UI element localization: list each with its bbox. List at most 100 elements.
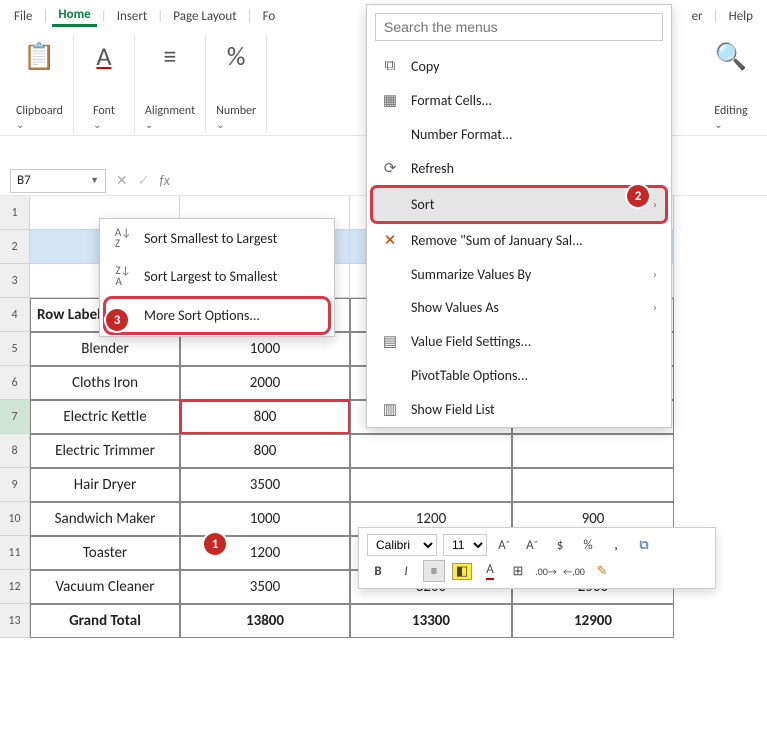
tab-formulas-truncated[interactable]: Fo <box>257 7 282 26</box>
row-header[interactable]: 7 <box>0 400 30 434</box>
row-header[interactable]: 5 <box>0 332 30 366</box>
font-color-icon[interactable]: A <box>479 560 501 582</box>
name-box[interactable]: B7 ▼ <box>10 169 106 193</box>
row-header[interactable]: 6 <box>0 366 30 400</box>
group-alignment[interactable]: ≡ Alignment ⌄ <box>135 34 206 133</box>
tab-help[interactable]: Help <box>723 7 759 26</box>
table-cell[interactable]: 3500 <box>180 468 350 502</box>
menu-show-values-as[interactable]: Show Values As › <box>367 291 671 324</box>
group-editing[interactable]: 🔍 Editing ⌄ <box>701 34 761 133</box>
menu-copy[interactable]: ⧉ Copy <box>367 49 671 83</box>
group-editing-label: Editing <box>714 104 747 118</box>
annotation-badge-1: 1 <box>204 533 226 555</box>
row-header[interactable]: 10 <box>0 502 30 536</box>
italic-icon[interactable]: I <box>395 560 417 582</box>
group-clipboard-label: Clipboard <box>16 104 63 118</box>
borders-menu-icon[interactable]: ⊞ <box>507 560 529 582</box>
grand-total-cell[interactable]: 13300 <box>350 604 512 638</box>
table-row[interactable]: Blender <box>30 332 180 366</box>
row-header[interactable]: 2 <box>0 230 30 264</box>
mini-font-select[interactable]: Calibri <box>367 534 437 556</box>
sort-desc-icon: Z↓A <box>114 265 132 287</box>
row-header[interactable]: 4 <box>0 298 30 332</box>
field-list-icon: ▥ <box>381 400 399 419</box>
table-cell[interactable]: 800 <box>180 434 350 468</box>
increase-decimal-icon[interactable]: ←.00 <box>563 560 585 582</box>
alignment-icon: ≡ <box>150 36 190 76</box>
menu-sort-smallest[interactable]: A↓Z Sort Smallest to Largest <box>100 219 334 257</box>
row-header[interactable]: 12 <box>0 570 30 604</box>
menu-sort-largest[interactable]: Z↓A Sort Largest to Smallest <box>100 257 334 295</box>
group-number-label: Number <box>216 104 256 118</box>
menu-summarize-values[interactable]: Summarize Values By › <box>367 258 671 291</box>
menu-refresh[interactable]: ⟳ Refresh <box>367 151 671 186</box>
tab-partial-right[interactable]: er <box>686 7 709 26</box>
menu-more-sort-options[interactable]: More Sort Options... <box>106 299 328 332</box>
group-clipboard[interactable]: 📋 Clipboard ⌄ <box>6 34 74 133</box>
chevron-down-icon: ⌄ <box>216 118 256 131</box>
increase-font-icon[interactable]: Aˆ <box>493 534 515 556</box>
row-header[interactable]: 8 <box>0 434 30 468</box>
borders-icon[interactable]: ⧉ <box>633 534 655 556</box>
annotation-badge-3: 3 <box>106 309 128 331</box>
chevron-right-icon: › <box>653 301 657 315</box>
table-cell[interactable] <box>512 434 674 468</box>
accept-formula-icon[interactable]: ✓ <box>138 172 150 189</box>
menu-search-input[interactable] <box>375 13 663 41</box>
comma-icon[interactable]: , <box>605 534 627 556</box>
menu-sort[interactable]: Sort › <box>373 188 665 221</box>
table-row[interactable]: Electric Trimmer <box>30 434 180 468</box>
menu-pivottable-options[interactable]: PivotTable Options... <box>367 359 671 392</box>
fx-label[interactable]: fx <box>159 172 169 189</box>
menu-show-field-list[interactable]: ▥ Show Field List <box>367 392 671 427</box>
table-cell[interactable] <box>350 468 512 502</box>
chevron-down-icon[interactable]: ▼ <box>90 175 99 186</box>
table-cell[interactable] <box>350 434 512 468</box>
table-cell[interactable]: 3500 <box>180 570 350 604</box>
tab-insert[interactable]: Insert <box>111 7 154 26</box>
menu-remove-field[interactable]: ✕ Remove "Sum of January Sal... <box>367 223 671 258</box>
table-cell[interactable]: 2000 <box>180 366 350 400</box>
table-row[interactable]: Vacuum Cleaner <box>30 570 180 604</box>
row-header[interactable]: 9 <box>0 468 30 502</box>
bold-icon[interactable]: B <box>367 560 389 582</box>
cancel-formula-icon[interactable]: ✕ <box>116 172 128 189</box>
copy-icon: ⧉ <box>381 57 399 75</box>
font-icon: A <box>84 36 124 76</box>
mini-size-select[interactable]: 11 <box>443 534 487 556</box>
tab-page-layout[interactable]: Page Layout <box>167 7 242 26</box>
decrease-font-icon[interactable]: Aˇ <box>521 534 543 556</box>
table-row[interactable]: Toaster <box>30 536 180 570</box>
row-header[interactable]: 3 <box>0 264 30 298</box>
table-row[interactable]: Electric Kettle <box>30 400 180 434</box>
group-font[interactable]: A Font ⌄ <box>74 34 135 133</box>
grand-total-cell[interactable]: 13800 <box>180 604 350 638</box>
chevron-down-icon: ⌄ <box>714 118 747 131</box>
table-cell[interactable]: 1000 <box>180 502 350 536</box>
row-header[interactable]: 1 <box>0 196 30 230</box>
format-painter-icon[interactable]: ✎ <box>591 560 613 582</box>
row-header[interactable]: 11 <box>0 536 30 570</box>
table-row[interactable]: Sandwich Maker <box>30 502 180 536</box>
percent-icon[interactable]: % <box>577 534 599 556</box>
grand-total-cell[interactable]: 12900 <box>512 604 674 638</box>
grand-total-label[interactable]: Grand Total <box>30 604 180 638</box>
decrease-decimal-icon[interactable]: .00→ <box>535 560 557 582</box>
align-center-icon[interactable]: ≡ <box>423 560 445 582</box>
fill-color-icon[interactable]: ◧ <box>451 560 473 582</box>
row-headers: 1 2 3 4 5 6 7 8 9 10 11 12 13 <box>0 196 30 638</box>
selected-cell[interactable]: 800 <box>180 400 350 434</box>
sort-asc-icon: A↓Z <box>114 227 132 249</box>
menu-format-cells[interactable]: ▦ Format Cells... <box>367 83 671 118</box>
row-header[interactable]: 13 <box>0 604 30 638</box>
tab-file[interactable]: File <box>8 7 38 26</box>
menu-value-field-settings[interactable]: ▤ Value Field Settings... <box>367 324 671 359</box>
table-row[interactable]: Hair Dryer <box>30 468 180 502</box>
menu-number-format[interactable]: Number Format... <box>367 118 671 151</box>
table-cell[interactable] <box>512 468 674 502</box>
group-number[interactable]: % Number ⌄ <box>206 34 267 133</box>
tab-home[interactable]: Home <box>52 5 96 27</box>
table-row[interactable]: Cloths Iron <box>30 366 180 400</box>
currency-icon[interactable]: $ <box>549 534 571 556</box>
table-cell[interactable]: 1000 <box>180 332 350 366</box>
